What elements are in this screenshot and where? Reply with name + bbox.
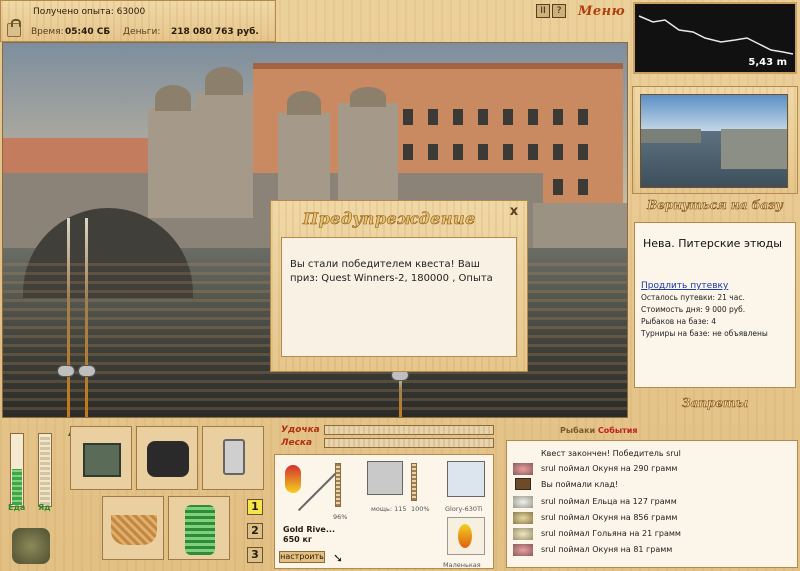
tower-dome — [205, 67, 243, 95]
bridge-tower — [148, 108, 198, 218]
top-buttons: II? — [536, 4, 568, 18]
info-line: Стоимость дня: 9 000 руб. — [641, 305, 746, 314]
line-spool-icon[interactable] — [447, 461, 485, 497]
quay — [533, 203, 627, 248]
bag-icon[interactable] — [12, 528, 50, 564]
depth-profile: 5,43 m — [633, 2, 797, 74]
close-icon[interactable]: x — [507, 205, 521, 219]
tackle-panel: 96% Gold Rive... 650 кг настроить ➘ мощь… — [274, 454, 494, 569]
event-item: srul поймал Гольяна на 21 грамм — [541, 529, 681, 538]
reel-icon[interactable] — [57, 365, 75, 377]
help-button[interactable]: ? — [552, 4, 566, 18]
location-info: Нева. Питерские этюды Продлить путевку О… — [634, 222, 796, 388]
rod-percent: 96% — [333, 513, 348, 521]
fish-icon — [513, 463, 533, 475]
reel-icon[interactable] — [367, 461, 403, 495]
reel-wear-bar — [411, 463, 417, 501]
food-label: Еда — [8, 503, 26, 512]
drink-label: Яд — [38, 503, 51, 512]
time-value: 05:40 СБ — [65, 27, 111, 37]
depth-value: 5,43 m — [748, 57, 787, 68]
line-bar — [324, 438, 494, 448]
fish-icon — [513, 528, 533, 540]
experience-text: Получено опыта: 63000 — [33, 7, 146, 17]
warning-dialog: Предупреждение x Вы стали победителем кв… — [270, 200, 528, 372]
cursor-arrow-icon: ➘ — [333, 551, 344, 565]
food-meter — [10, 433, 24, 507]
line-label: Леска — [281, 438, 313, 448]
events-title-fishers[interactable]: Рыбаки — [560, 426, 595, 435]
fish-icon — [513, 512, 533, 524]
money-label: Деньги: — [123, 27, 161, 37]
lock-icon[interactable] — [7, 19, 21, 37]
rod-select-3[interactable]: 3 — [247, 547, 263, 563]
rod-name: Gold Rive... — [283, 525, 335, 534]
tower-dome — [155, 85, 191, 111]
reel-percent: 100% — [411, 505, 430, 513]
slot-keepnet[interactable] — [168, 496, 230, 560]
slot-phone[interactable] — [202, 426, 264, 490]
treasure-chest-icon — [515, 478, 531, 490]
info-line: Осталось путевки: 21 час. — [641, 293, 745, 302]
menu-button[interactable]: Меню — [578, 4, 625, 19]
rod-weight: 650 кг — [283, 535, 313, 544]
time-label: Время: — [31, 27, 64, 37]
reel-icon[interactable] — [78, 365, 96, 377]
drink-meter — [38, 433, 52, 507]
setup-button[interactable]: настроить — [279, 551, 325, 563]
bridge-tower — [195, 93, 253, 218]
fishing-rod[interactable] — [67, 218, 70, 417]
event-item: Вы поймали клад! — [541, 480, 619, 489]
rod-label: Удочка — [281, 425, 320, 435]
bait-name: Маленькая — [443, 561, 481, 569]
fish-icon — [513, 496, 533, 508]
info-line: Турниры на базе: не объявлены — [641, 329, 768, 338]
location-name: Нева. Питерские этюды — [643, 237, 782, 250]
return-to-base-button[interactable]: Вернуться на базу — [632, 198, 798, 213]
tower-dome — [350, 87, 386, 107]
fishing-rod[interactable] — [85, 218, 88, 417]
bans-button[interactable]: Запреты — [632, 396, 798, 411]
event-item: srul поймал Окуня на 81 грамм — [541, 545, 673, 554]
status-panel: Получено опыта: 63000 Время: 05:40 СБ Де… — [0, 0, 276, 42]
lure-icon[interactable] — [447, 517, 485, 555]
slot-backpack[interactable] — [136, 426, 198, 490]
rod-bar — [324, 425, 494, 435]
rod-wear-bar — [335, 463, 341, 507]
events-title: Рыбаки События — [560, 426, 638, 435]
events-list: Квест закончен! Победитель srul srul пой… — [506, 440, 798, 568]
tower-dome — [287, 91, 321, 115]
rod-select-2[interactable]: 2 — [247, 523, 263, 539]
event-item: Квест закончен! Победитель srul — [541, 449, 681, 458]
rod-select-1[interactable]: 1 — [247, 499, 263, 515]
info-line: Рыбаков на базе: 4 — [641, 317, 716, 326]
pause-button[interactable]: II — [536, 4, 550, 18]
event-item: srul поймал Ельца на 127 грамм — [541, 497, 677, 506]
location-thumbnail — [640, 94, 788, 188]
line-name: Glory-630Ti — [445, 505, 483, 513]
event-item: srul поймал Окуня на 290 грамм — [541, 464, 678, 473]
fish-icon — [513, 544, 533, 556]
reel-power: мощь: 115 — [371, 505, 407, 513]
dialog-message: Вы стали победителем квеста! Ваш приз: Q… — [281, 237, 517, 357]
slot-tackle-box[interactable] — [70, 426, 132, 490]
rod-icon[interactable] — [281, 461, 337, 521]
dialog-title: Предупреждение — [303, 209, 476, 229]
money-value: 218 080 763 руб. — [171, 27, 259, 37]
slot-bait-basket[interactable] — [102, 496, 164, 560]
extend-permit-link[interactable]: Продлить путевку — [641, 281, 728, 291]
events-title-events[interactable]: События — [598, 426, 638, 435]
event-item: srul поймал Окуня на 856 грамм — [541, 513, 678, 522]
